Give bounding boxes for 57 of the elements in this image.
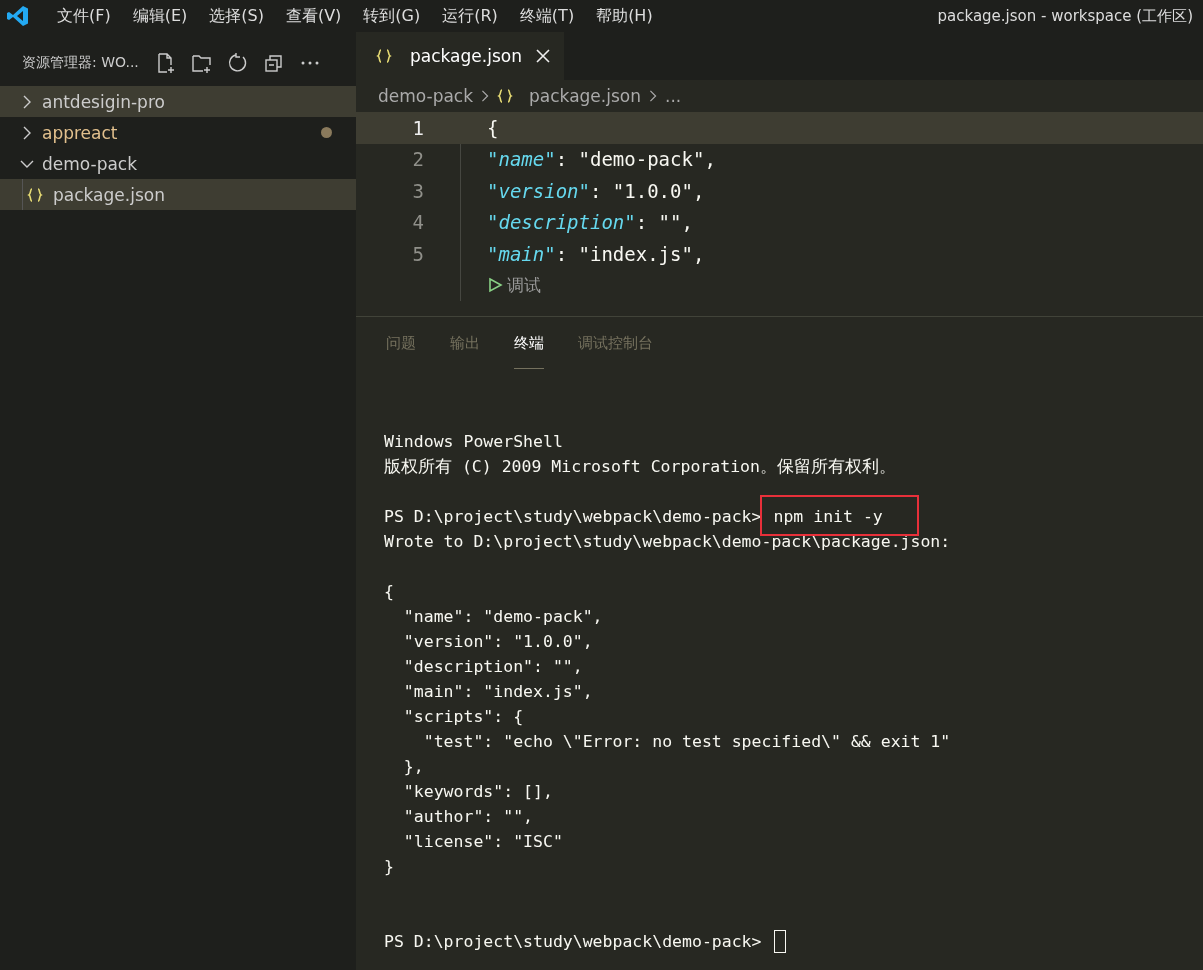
panel-tab[interactable]: 终端: [514, 317, 544, 369]
terminal-line: Windows PowerShell: [384, 432, 563, 451]
line-number: 1: [411, 116, 425, 139]
code-line: "version": "1.0.0",: [460, 175, 705, 207]
braces-icon: [376, 48, 392, 64]
terminal-line: "name": "demo-pack",: [402, 607, 603, 626]
menu-item[interactable]: 终端(T): [508, 5, 586, 27]
line-number: 2: [411, 148, 425, 171]
terminal-line: },: [402, 757, 424, 776]
code-line: {: [486, 115, 499, 141]
terminal-line: "test": "echo \"Error: no test specified\" && exit 1": [422, 732, 951, 751]
breadcrumb-item[interactable]: package.json: [529, 86, 641, 106]
new-folder-icon[interactable]: [190, 52, 213, 74]
terminal-line: "version": "1.0.0",: [402, 632, 593, 651]
menu-item[interactable]: 帮助(H): [585, 5, 664, 27]
line-number: 3: [411, 179, 425, 202]
terminal-line: "main": "index.js",: [402, 682, 593, 701]
menu-item[interactable]: 转到(G): [352, 5, 432, 27]
terminal-command: npm init -y: [773, 507, 883, 526]
menu-item[interactable]: 编辑(E): [121, 5, 199, 27]
code-line: "name": "demo-pack",: [460, 143, 716, 175]
refresh-icon[interactable]: [226, 52, 249, 74]
terminal-line: Wrote to D:\project\study\webpack\demo-pack\package.json:: [384, 532, 951, 551]
terminal-line: {: [384, 582, 394, 601]
code-line: "description": "",: [460, 206, 693, 238]
line-number: 5: [411, 242, 425, 265]
terminal-prompt: PS D:\project\study\webpack\demo-pack>: [384, 507, 762, 526]
menu-item[interactable]: 查看(V): [274, 5, 353, 27]
terminal-line: "description": "",: [402, 657, 583, 676]
tree-item[interactable]: appreact: [0, 117, 356, 148]
menu-item[interactable]: 运行(R): [431, 5, 509, 27]
terminal-prompt: PS D:\project\study\webpack\demo-pack>: [384, 932, 762, 951]
code-line: "main": "index.js",: [460, 238, 705, 270]
line-number: 4: [411, 211, 425, 234]
breadcrumb-item[interactable]: demo-pack: [378, 86, 474, 106]
debug-codelens[interactable]: 调试: [487, 273, 541, 297]
app-logo-icon: [6, 4, 30, 28]
terminal-line: "scripts": {: [402, 707, 524, 726]
terminal-line: "author": "",: [402, 807, 533, 826]
editor-tab[interactable]: package.json: [356, 32, 564, 80]
window-title: package.json - workspace (工作区): [937, 6, 1194, 26]
menu-item[interactable]: 文件(F): [46, 5, 122, 27]
collapse-all-icon[interactable]: [262, 52, 285, 74]
terminal-line: }: [384, 857, 394, 876]
terminal-line: 版权所有 (C) 2009 Microsoft Corporation。保留所有权利。: [384, 455, 896, 478]
braces-icon: [497, 88, 514, 104]
close-icon[interactable]: [535, 49, 550, 63]
menu-item[interactable]: 选择(S): [198, 5, 275, 27]
tree-item[interactable]: antdesigin-pro: [0, 86, 356, 117]
breadcrumb-item[interactable]: ...: [665, 86, 682, 106]
chevron-icon: [647, 90, 659, 102]
tree-item[interactable]: demo-pack: [0, 148, 356, 179]
braces-icon: [27, 186, 43, 203]
sidebar-title: 资源管理器: WO...: [22, 54, 139, 72]
terminal-line: "license": "ISC": [402, 832, 563, 851]
terminal-line: "keywords": [],: [402, 782, 553, 801]
play-icon: [487, 277, 503, 294]
